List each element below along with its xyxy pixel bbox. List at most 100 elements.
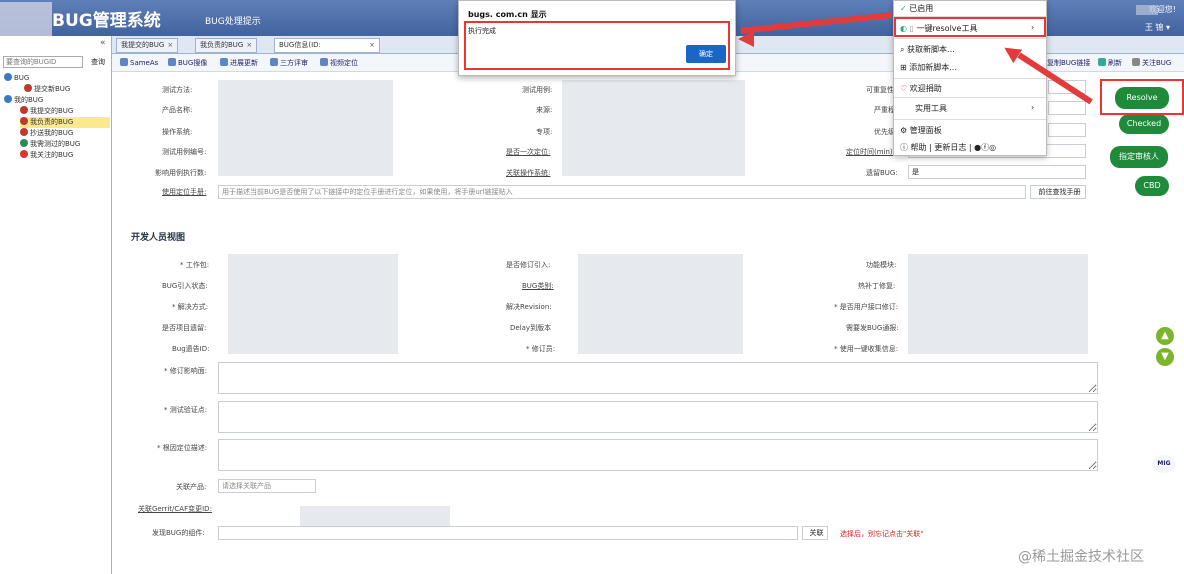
search-button[interactable]: 查询 xyxy=(86,56,110,68)
tab-submitted-bug[interactable]: 我提交的BUG × xyxy=(116,38,179,53)
test-method-label: 测试方法: xyxy=(162,86,193,94)
bug-icon xyxy=(20,106,28,114)
refresh-icon xyxy=(1098,58,1106,66)
user-avatar xyxy=(1136,5,1158,15)
user-interface-label: * 是否用户接口修订: xyxy=(834,303,899,311)
impact-textarea[interactable] xyxy=(218,362,1098,394)
bug-search-button[interactable]: BUG搜像 xyxy=(168,58,207,68)
assign-reviewer-button[interactable]: 指定审核人 xyxy=(1110,146,1168,168)
scroll-down-icon[interactable]: ▼ xyxy=(1156,348,1174,366)
root-cause-textarea[interactable] xyxy=(218,439,1098,471)
component-select[interactable] xyxy=(218,526,798,540)
revision-label: 解决Revision: xyxy=(506,303,552,311)
bug-icon xyxy=(20,117,28,125)
alert-message: 执行完成 xyxy=(468,27,496,35)
close-icon[interactable]: × xyxy=(246,41,252,49)
source-label: 来源: xyxy=(536,106,553,114)
sameas-button[interactable]: SameAs xyxy=(120,58,158,67)
product-name-label: 产品名称: xyxy=(162,106,193,114)
bug-folder-icon xyxy=(4,95,12,103)
gear-icon: ⚙ xyxy=(900,126,908,135)
legacy-bug-select[interactable]: 是 xyxy=(908,165,1086,179)
tree-node-assigned[interactable]: 我负责的BUG xyxy=(20,117,110,128)
verify-textarea[interactable] xyxy=(218,401,1098,433)
edit-icon xyxy=(270,58,278,66)
find-manual-button[interactable]: 前往查找手册 xyxy=(1030,185,1086,199)
related-os-label[interactable]: 关联操作系统: xyxy=(506,168,550,178)
menu-divider xyxy=(894,78,1046,79)
close-icon[interactable]: × xyxy=(167,41,173,49)
progress-update-button[interactable]: 进展更新 xyxy=(220,58,258,68)
tree-node-bug[interactable]: BUG xyxy=(4,73,29,84)
priority-select[interactable] xyxy=(1048,123,1086,137)
bug-category-label: BUG类别: xyxy=(522,282,554,290)
user-menu[interactable]: 王 锦 ▾ xyxy=(1145,22,1170,33)
bug-id-search-input[interactable] xyxy=(3,56,83,68)
arrow-icon xyxy=(220,58,228,66)
page-heading: BUG处理提示 xyxy=(205,17,261,27)
revision-intro-label: 是否修订引入: xyxy=(506,261,551,269)
link-button[interactable]: 关联 xyxy=(802,526,828,540)
os-label: 操作系统: xyxy=(162,128,193,136)
tab-bug-info[interactable]: BUG信息(ID: × xyxy=(274,38,380,53)
collect-info-label: * 使用一键收集信息: xyxy=(834,345,899,353)
sidebar-collapse-icon[interactable]: « xyxy=(100,38,106,48)
cbd-button[interactable]: CBD xyxy=(1135,176,1169,196)
bug-icon xyxy=(24,84,32,92)
review-button[interactable]: 三方评审 xyxy=(270,58,308,68)
sameas-icon xyxy=(120,58,128,66)
hotfix-label: 热补丁修复: xyxy=(858,282,896,290)
copy-link-button[interactable]: 复制BUG链接 xyxy=(1047,58,1090,68)
tab-assigned-bug[interactable]: 我负责的BUG × xyxy=(195,38,258,53)
solution-label: * 解决方式: xyxy=(172,303,209,311)
related-product-label: 关联产品: xyxy=(176,483,207,491)
menu-get-scripts[interactable]: ⌕ 获取新脚本... xyxy=(900,44,955,55)
menu-help[interactable]: ⓘ 帮助 | 更新日志 | ●ⓕ◎ xyxy=(900,142,996,153)
close-icon[interactable]: × xyxy=(369,39,375,52)
menu-dashboard[interactable]: ⚙ 管理面板 xyxy=(900,125,942,136)
tree-node-cc[interactable]: 抄送我的BUG xyxy=(20,128,73,139)
arrow-head-icon xyxy=(738,31,754,47)
follow-bug-button[interactable]: 关注BUG xyxy=(1132,58,1171,68)
search-icon xyxy=(168,58,176,66)
bug-report-id-label: Bug遗告ID: xyxy=(172,345,210,353)
test-case-label: 测试用例: xyxy=(522,86,553,94)
tree-node-my-bug[interactable]: 我的BUG xyxy=(4,95,43,106)
menu-divider xyxy=(894,119,1046,120)
project-legacy-label: 是否项目遗留: xyxy=(162,324,207,332)
root-cause-label: * 根因定位描述: xyxy=(157,444,208,452)
bug-icon xyxy=(20,150,28,158)
facebook-icon[interactable]: ⓕ xyxy=(981,143,989,152)
add-icon: ⊞ xyxy=(900,63,907,72)
one-time-locate-label[interactable]: 是否一次定位: xyxy=(506,147,550,157)
refresh-button[interactable]: 刷新 xyxy=(1098,58,1122,68)
tree-node-submit-bug[interactable]: 提交新BUG xyxy=(24,84,70,95)
checked-button[interactable]: Checked xyxy=(1119,114,1169,134)
manual-url-input[interactable]: 用于描述当前BUG是否使用了以下链接中的定位手册进行定位，如果使用，将手册url… xyxy=(218,185,1026,199)
tree-node-followed[interactable]: 我关注的BUG xyxy=(20,150,73,161)
star-icon xyxy=(1132,58,1140,66)
instagram-icon[interactable]: ◎ xyxy=(989,143,996,152)
menu-add-script[interactable]: ⊞ 添加新脚本... xyxy=(900,62,957,73)
menu-donate[interactable]: ♡ 欢迎捐助 xyxy=(900,83,942,94)
app-title: BUG管理系统 xyxy=(52,11,161,31)
related-product-select[interactable]: 请选择关联产品 xyxy=(218,479,316,493)
tree-node-tested[interactable]: 我需测过的BUG xyxy=(20,139,80,150)
mig-icon[interactable]: MIG xyxy=(1152,455,1176,473)
locate-time-label[interactable]: 定位时间(min): xyxy=(846,147,895,157)
menu-highlight xyxy=(894,17,1046,37)
video-locate-button[interactable]: 视频定位 xyxy=(320,58,358,68)
alert-ok-button[interactable]: 确定 xyxy=(686,45,726,63)
scroll-up-icon[interactable]: ▲ xyxy=(1156,327,1174,345)
help-icon: ⓘ xyxy=(900,143,908,152)
redacted-values xyxy=(218,80,393,176)
verify-label: * 测试验证点: xyxy=(164,406,208,414)
tree-node-submitted[interactable]: 我提交的BUG xyxy=(20,106,73,117)
menu-enabled[interactable]: ✓ 已启用 xyxy=(900,3,933,14)
menu-divider xyxy=(894,38,1046,39)
impact-label: * 修订影响面: xyxy=(164,367,208,375)
severity-select[interactable] xyxy=(1048,101,1086,115)
resolve-highlight xyxy=(1100,79,1184,115)
bug-icon xyxy=(20,139,28,147)
menu-utilities[interactable]: 实用工具 › xyxy=(915,103,1034,114)
